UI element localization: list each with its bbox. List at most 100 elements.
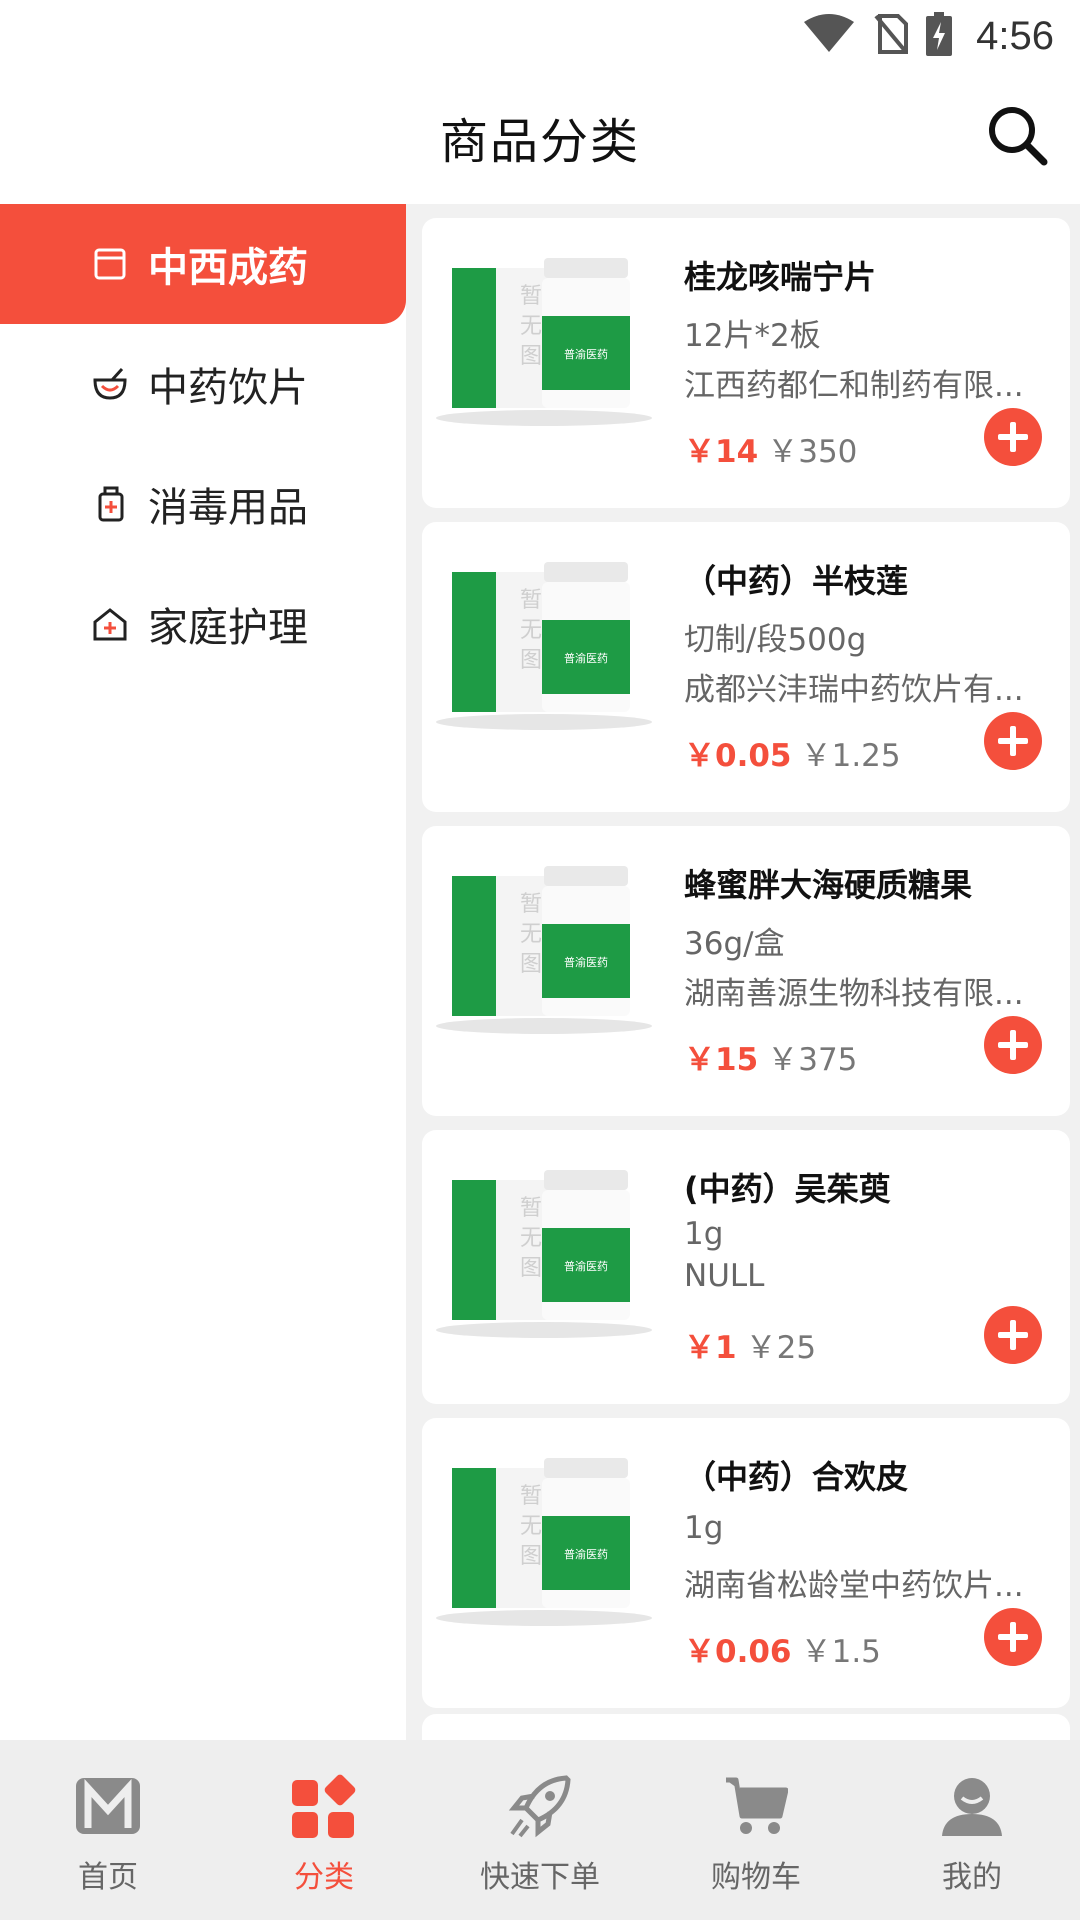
sidebar-item-home-care[interactable]: 家庭护理: [0, 564, 406, 684]
product-spec: 12片*2板: [684, 318, 821, 354]
product-spec: 1g: [684, 1216, 724, 1252]
svg-text:无: 无: [520, 922, 542, 947]
product-name: 蜂蜜胖大海硬质糖果: [684, 866, 973, 904]
product-name: （中药）合欢皮: [684, 1458, 909, 1496]
product-price: ￥1: [684, 1330, 737, 1366]
nav-label: 购物车: [711, 1860, 801, 1895]
svg-text:无: 无: [520, 1226, 542, 1251]
sidebar-item-label: 中西成药: [148, 245, 308, 291]
price-row: ￥0.05 ￥1.25: [684, 730, 901, 775]
product-original-price: ￥375: [767, 1042, 858, 1078]
svg-text:暂: 暂: [520, 588, 542, 613]
product-price: ￥0.05: [684, 738, 792, 774]
home-care-icon: [92, 606, 128, 642]
product-list: 暂 无 图 普渝医药 桂龙咳喘宁片 12片*2板 江西药都仁和制药有限... ￥…: [406, 204, 1080, 1740]
sidebar-item-disinfection[interactable]: 消毒用品: [0, 444, 406, 564]
add-to-cart-button[interactable]: [984, 408, 1042, 466]
svg-text:图: 图: [520, 344, 542, 369]
svg-text:图: 图: [520, 1544, 542, 1569]
no-sim-icon: [874, 14, 909, 58]
product-spec: 36g/盒: [684, 926, 785, 962]
sidebar-item-label: 家庭护理: [148, 605, 308, 651]
sidebar-item-western-medicine[interactable]: 中西成药: [0, 204, 406, 324]
price-row: ￥1 ￥25: [684, 1322, 816, 1367]
product-name: 桂龙咳喘宁片: [684, 258, 877, 296]
product-price: ￥15: [684, 1042, 759, 1078]
nav-label: 分类: [294, 1860, 354, 1895]
product-name: （中药）半枝莲: [684, 562, 909, 600]
app-header: 商品分类: [0, 72, 1080, 204]
status-bar: 4:56: [0, 0, 1080, 72]
product-original-price: ￥25: [745, 1330, 817, 1366]
page-title: 商品分类: [439, 114, 640, 170]
nav-cart[interactable]: 购物车: [648, 1740, 864, 1920]
category-icon: [292, 1774, 356, 1838]
product-image: 暂 无 图 普渝医药: [434, 258, 654, 428]
product-card-partial[interactable]: [422, 1714, 1070, 1740]
svg-text:图: 图: [520, 1256, 542, 1281]
battery-charging-icon: [926, 12, 953, 60]
product-name: (中药）吴茱萸: [684, 1170, 891, 1208]
add-to-cart-button[interactable]: [984, 1306, 1042, 1364]
nav-home[interactable]: 首页: [0, 1740, 216, 1920]
product-image: 暂 无 图 普渝医药: [434, 562, 654, 732]
sidebar-item-label: 中药饮片: [148, 365, 308, 411]
search-button[interactable]: [986, 104, 1050, 168]
bottom-nav: 首页 分类 快速下单 购物车 我的: [0, 1740, 1080, 1920]
product-price: ￥14: [684, 434, 759, 470]
svg-text:普渝医药: 普渝医药: [564, 955, 608, 969]
svg-text:普渝医药: 普渝医药: [564, 651, 608, 665]
price-row: ￥14 ￥350: [684, 426, 857, 471]
svg-text:暂: 暂: [520, 1196, 542, 1221]
product-image: 暂 无 图 普渝医药: [434, 866, 654, 1036]
price-row: ￥0.06 ￥1.5: [684, 1626, 881, 1671]
status-icons: 4:56: [802, 8, 1054, 64]
product-card[interactable]: 暂 无 图 普渝医药 (中药）吴茱萸 1g NULL ￥1 ￥25: [422, 1130, 1070, 1404]
add-to-cart-button[interactable]: [984, 1016, 1042, 1074]
product-spec: 1g: [684, 1510, 724, 1546]
product-original-price: ￥1.5: [800, 1634, 881, 1670]
product-manufacturer: 成都兴沣瑞中药饮片有...: [684, 672, 1024, 708]
cart-icon: [726, 1777, 788, 1834]
product-manufacturer: NULL: [684, 1258, 765, 1294]
nav-profile[interactable]: 我的: [864, 1740, 1080, 1920]
product-manufacturer: 湖南善源生物科技有限...: [684, 976, 1024, 1012]
product-spec: 切制/段500g: [684, 622, 867, 658]
svg-text:暂: 暂: [520, 892, 542, 917]
sidebar-item-herbal-slices[interactable]: 中药饮片: [0, 324, 406, 444]
svg-text:普渝医药: 普渝医药: [564, 1547, 608, 1561]
nav-label: 我的: [942, 1860, 1002, 1895]
product-manufacturer: 江西药都仁和制药有限...: [684, 368, 1024, 404]
medicine-box-icon: [92, 246, 128, 282]
product-original-price: ￥350: [767, 434, 858, 470]
category-sidebar: 中西成药 中药饮片 消毒用品 家庭护理: [0, 204, 406, 1740]
svg-text:无: 无: [520, 618, 542, 643]
add-to-cart-button[interactable]: [984, 712, 1042, 770]
wifi-icon: [802, 14, 856, 58]
product-card[interactable]: 暂 无 图 普渝医药 桂龙咳喘宁片 12片*2板 江西药都仁和制药有限... ￥…: [422, 218, 1070, 508]
rocket-icon: [508, 1775, 571, 1838]
product-card[interactable]: 暂 无 图 普渝医药 （中药）半枝莲 切制/段500g 成都兴沣瑞中药饮片有..…: [422, 522, 1070, 812]
svg-text:普渝医药: 普渝医药: [564, 1259, 608, 1273]
mortar-icon: [92, 366, 128, 402]
svg-text:暂: 暂: [520, 1484, 542, 1509]
user-icon: [942, 1778, 1002, 1836]
product-image: 暂 无 图 普渝医药: [434, 1458, 654, 1628]
search-icon: [989, 107, 1048, 166]
price-row: ￥15 ￥375: [684, 1034, 857, 1079]
disinfectant-bottle-icon: [92, 486, 128, 522]
product-card[interactable]: 暂 无 图 普渝医药 蜂蜜胖大海硬质糖果 36g/盒 湖南善源生物科技有限...…: [422, 826, 1070, 1116]
product-manufacturer: 湖南省松龄堂中药饮片...: [684, 1568, 1024, 1604]
add-to-cart-button[interactable]: [984, 1608, 1042, 1666]
nav-label: 快速下单: [480, 1860, 600, 1895]
svg-text:图: 图: [520, 952, 542, 977]
sidebar-item-label: 消毒用品: [148, 485, 308, 531]
clock: 4:56: [976, 13, 1054, 58]
nav-category[interactable]: 分类: [216, 1740, 432, 1920]
product-original-price: ￥1.25: [800, 738, 901, 774]
nav-quick-order[interactable]: 快速下单: [432, 1740, 648, 1920]
nav-label: 首页: [78, 1860, 138, 1895]
svg-text:普渝医药: 普渝医药: [564, 347, 608, 361]
product-card[interactable]: 暂 无 图 普渝医药 （中药）合欢皮 1g 湖南省松龄堂中药饮片... ￥0.0…: [422, 1418, 1070, 1708]
product-price: ￥0.06: [684, 1634, 792, 1670]
